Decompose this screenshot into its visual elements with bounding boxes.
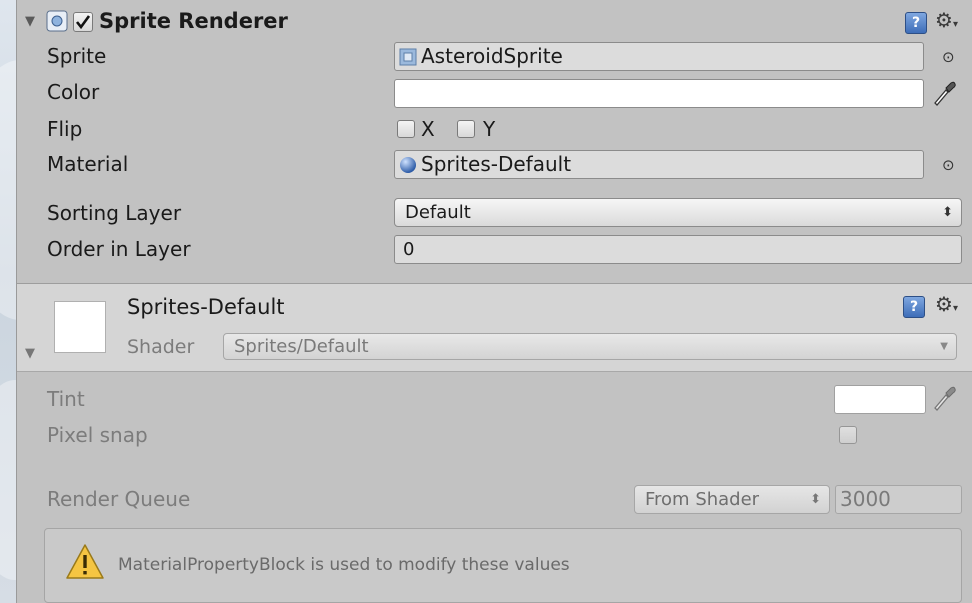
material-sphere-icon — [399, 154, 417, 173]
gear-icon[interactable]: ⚙▾ — [935, 8, 958, 32]
sprite-label: Sprite — [47, 44, 107, 68]
sprite-value: AsteroidSprite — [421, 44, 563, 68]
material-value: Sprites-Default — [421, 152, 572, 176]
eyedropper-icon[interactable] — [931, 79, 957, 107]
sprite-asset-icon — [399, 46, 417, 66]
flip-x-checkbox[interactable] — [397, 120, 415, 138]
color-swatch[interactable] — [394, 79, 924, 108]
flip-label: Flip — [47, 117, 83, 141]
warning-icon — [65, 542, 105, 582]
eyedropper-icon[interactable] — [931, 384, 957, 412]
render-queue-mode-dropdown[interactable]: From Shader ⬍ — [634, 485, 830, 514]
order-in-layer-label: Order in Layer — [47, 237, 191, 261]
material-preview-thumbnail — [54, 301, 106, 353]
sprite-field[interactable]: AsteroidSprite — [394, 42, 924, 71]
help-box: MaterialPropertyBlock is used to modify … — [44, 528, 962, 603]
inspector-panel: ▼ Sprite Renderer ? ⚙▾ Sprite AsteroidSp… — [16, 0, 972, 603]
sprite-renderer-component-icon — [46, 10, 68, 32]
sorting-layer-dropdown[interactable]: Default ⬍ — [394, 198, 962, 227]
pixel-snap-checkbox[interactable] — [839, 426, 857, 444]
help-message-text: MaterialPropertyBlock is used to modify … — [118, 555, 570, 575]
sprite-renderer-header[interactable]: ▼ Sprite Renderer ? ⚙▾ — [17, 6, 972, 40]
flip-y-label: Y — [483, 117, 496, 141]
chevron-down-icon: ▼ — [940, 341, 948, 352]
dropdown-arrows-icon: ⬍ — [810, 492, 821, 507]
dropdown-arrows-icon: ⬍ — [942, 205, 953, 220]
flip-y-checkbox[interactable] — [457, 120, 475, 138]
shader-value: Sprites/Default — [234, 336, 369, 357]
material-field[interactable]: Sprites-Default — [394, 150, 924, 179]
enable-checkbox[interactable] — [73, 12, 93, 32]
foldout-arrow-icon[interactable]: ▼ — [25, 14, 35, 29]
component-title: Sprite Renderer — [99, 9, 288, 33]
shader-label: Shader — [127, 336, 195, 358]
render-queue-label: Render Queue — [47, 487, 191, 511]
foldout-arrow-icon[interactable]: ▼ — [25, 346, 35, 361]
color-label: Color — [47, 80, 100, 104]
tint-label: Tint — [47, 387, 85, 411]
help-book-icon[interactable]: ? — [905, 12, 927, 34]
sorting-layer-value: Default — [405, 202, 471, 223]
render-queue-value-input[interactable]: 3000 — [835, 485, 962, 514]
object-picker-icon[interactable]: ⊙ — [942, 48, 955, 66]
material-label: Material — [47, 152, 129, 176]
material-header: ▼ Sprites-Default Shader Sprites/Default… — [17, 283, 972, 372]
sorting-layer-label: Sorting Layer — [47, 201, 182, 225]
gear-icon[interactable]: ⚙▾ — [935, 292, 958, 316]
pixel-snap-label: Pixel snap — [47, 423, 148, 447]
render-queue-mode: From Shader — [645, 489, 760, 510]
shader-dropdown[interactable]: Sprites/Default ▼ — [223, 333, 957, 360]
object-picker-icon[interactable]: ⊙ — [942, 156, 955, 174]
help-book-icon[interactable]: ? — [903, 296, 925, 318]
order-in-layer-input[interactable]: 0 — [394, 235, 962, 264]
material-name: Sprites-Default — [127, 295, 285, 319]
tint-swatch[interactable] — [834, 385, 926, 414]
flip-x-label: X — [421, 117, 435, 141]
